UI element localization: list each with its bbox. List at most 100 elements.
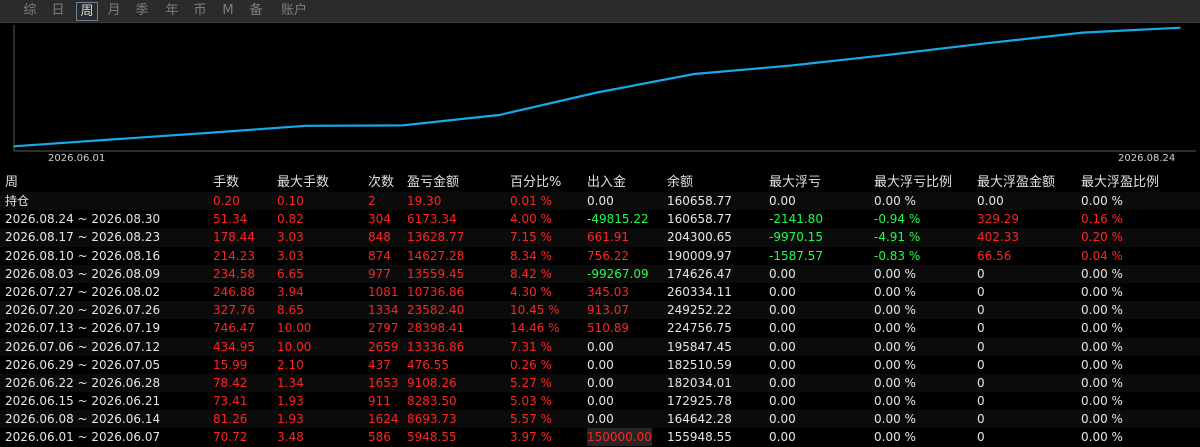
table-row[interactable]: 2026.06.01 ~ 2026.06.07 70.72 3.48 586 5948.… — [0, 428, 1200, 447]
table-cell-5: 7.31 % — [510, 339, 552, 354]
column-header-10[interactable]: 最大浮盈金额 — [977, 174, 1055, 192]
table-cell-1: 178.44 — [213, 230, 255, 245]
table-cell-10: 0 — [977, 357, 985, 372]
table-cell-9: 0.00 % — [874, 375, 916, 390]
table-cell-4: 28398.41 — [407, 321, 465, 336]
table-cell-3: 977 — [368, 266, 391, 281]
table-cell-4: 6173.34 — [407, 212, 457, 227]
equity-point-12 — [1179, 26, 1181, 29]
table-cell-11: 0.16 % — [1081, 212, 1123, 227]
column-header-1[interactable]: 手数 — [213, 174, 239, 192]
table-cell-3: 1624 — [368, 412, 399, 427]
column-header-7[interactable]: 余额 — [667, 174, 693, 192]
table-row[interactable]: 2026.07.27 ~ 2026.08.02 246.88 3.94 1081 107… — [0, 283, 1200, 301]
tab-7[interactable]: M — [218, 1, 238, 21]
table-cell-3: 1334 — [368, 303, 399, 318]
table-cell-3: 2659 — [368, 339, 399, 354]
table-row[interactable]: 2026.08.03 ~ 2026.08.09 234.58 6.65 977 1355… — [0, 264, 1200, 283]
column-header-5[interactable]: 百分比% — [510, 174, 561, 192]
table-cell-9: -0.94 % — [874, 212, 921, 227]
table-cell-9: 0.00 % — [874, 284, 916, 299]
table-cell-7: 260334.11 — [667, 284, 732, 299]
column-header-11[interactable]: 最大浮盈比例 — [1081, 174, 1159, 192]
equity-point-4 — [401, 124, 404, 127]
table-cell-5: 7.15 % — [510, 230, 552, 245]
tab-3[interactable]: 月 — [104, 1, 124, 21]
table-row[interactable]: 2026.08.10 ~ 2026.08.16 214.23 3.03 874 1462… — [0, 247, 1200, 265]
table-cell-4: 13559.45 — [407, 266, 465, 281]
table-cell-8: 0.00 — [769, 430, 796, 445]
column-header-4[interactable]: 盈亏金额 — [407, 174, 459, 192]
table-cell-3: 911 — [368, 394, 391, 409]
table-row[interactable]: 2026.06.22 ~ 2026.06.28 78.42 1.34 1653 9108… — [0, 373, 1200, 393]
table-cell-2: 1.34 — [277, 375, 304, 390]
table-cell-10: 0 — [977, 266, 985, 281]
table-cell-6: 510.89 — [587, 321, 629, 336]
table-cell-4: 13336.86 — [407, 339, 465, 354]
tab-4[interactable]: 季 — [132, 1, 152, 21]
tab-6[interactable]: 币 — [190, 1, 210, 21]
table-cell-9: 0.00 % — [874, 194, 916, 208]
table-cell-8: 0.00 — [769, 412, 796, 427]
equity-point-0 — [13, 145, 15, 148]
table-row[interactable]: 2026.06.08 ~ 2026.06.14 81.26 1.93 1624 8693… — [0, 410, 1200, 429]
table-row[interactable]: 2026.07.06 ~ 2026.07.12 434.95 10.00 2659 13… — [0, 337, 1200, 356]
table-cell-2: 2.10 — [277, 357, 304, 372]
table-cell-5: 5.57 % — [510, 412, 552, 427]
table-row[interactable]: 2026.08.17 ~ 2026.08.23 178.44 3.03 848 1362… — [0, 228, 1200, 247]
table-cell-9: -4.91 % — [874, 230, 921, 245]
table-cell-10: 0 — [977, 339, 985, 354]
column-header-2[interactable]: 最大手数 — [277, 174, 329, 192]
table-cell-4: 8693.73 — [407, 412, 457, 427]
table-cell-7: 172925.78 — [667, 394, 732, 409]
table-cell-11: 0.00 % — [1081, 394, 1123, 409]
table-cell-10: 0 — [977, 394, 985, 409]
table-cell-11: 0.00 % — [1081, 321, 1123, 336]
table-cell-5: 4.30 % — [510, 284, 552, 299]
table-cell-8: 0.00 — [769, 303, 796, 318]
table-cell-7: 160658.77 — [667, 194, 732, 208]
table-cell-3: 874 — [368, 248, 391, 263]
tab-5[interactable]: 年 — [162, 1, 182, 21]
column-header-6[interactable]: 出入金 — [587, 174, 626, 192]
table-row[interactable]: 持仓 0.20 0.10 2 19.30 0.01 % 0.00 160658.77 0.00 0… — [0, 192, 1200, 211]
table-cell-1: 214.23 — [213, 248, 255, 263]
table-cell-0: 2026.07.20 ~ 2026.07.26 — [5, 303, 161, 318]
table-cell-8: 0.00 — [769, 266, 796, 281]
table-cell-2: 3.94 — [277, 284, 304, 299]
table-cell-1: 70.72 — [213, 430, 248, 445]
table-cell-4: 9108.26 — [407, 375, 457, 390]
column-header-0[interactable]: 周 — [5, 174, 18, 192]
table-cell-2: 3.03 — [277, 230, 304, 245]
table-row[interactable]: 2026.07.13 ~ 2026.07.19 746.47 10.00 2797 28… — [0, 319, 1200, 337]
column-header-3[interactable]: 次数 — [368, 174, 394, 192]
column-header-8[interactable]: 最大浮亏 — [769, 174, 821, 192]
table-row[interactable]: 2026.06.15 ~ 2026.06.21 73.41 1.93 911 8283.… — [0, 392, 1200, 410]
table-cell-1: 73.41 — [213, 394, 248, 409]
table-cell-3: 2797 — [368, 321, 399, 336]
table-cell-6: -99267.09 — [587, 266, 649, 281]
tab-2[interactable]: 周 — [76, 2, 98, 21]
tab-8[interactable]: 备 — [246, 1, 266, 21]
equity-series — [13, 26, 1181, 148]
table-cell-1: 246.88 — [213, 284, 255, 299]
tab-1[interactable]: 日 — [48, 1, 68, 21]
table-cell-2: 6.65 — [277, 266, 304, 281]
column-header-9[interactable]: 最大浮亏比例 — [874, 174, 952, 192]
tab-9[interactable]: 账户 — [276, 1, 312, 21]
tab-0[interactable]: 综 — [20, 1, 40, 21]
table-cell-8: -1587.57 — [769, 248, 823, 263]
table-row[interactable]: 2026.08.24 ~ 2026.08.30 51.34 0.82 304 6173.… — [0, 210, 1200, 228]
table-row[interactable]: 2026.07.20 ~ 2026.07.26 327.76 8.65 1334 235… — [0, 301, 1200, 320]
table-cell-4: 476.55 — [407, 357, 449, 372]
table-cell-8: 0.00 — [769, 194, 796, 208]
table-cell-10: 329.29 — [977, 212, 1019, 227]
table-cell-1: 15.99 — [213, 357, 248, 372]
table-cell-4: 23582.40 — [407, 303, 465, 318]
table-cell-10: 402.33 — [977, 230, 1019, 245]
table-cell-7: 224756.75 — [667, 321, 732, 336]
table-cell-9: -0.83 % — [874, 248, 921, 263]
table-row[interactable]: 2026.06.29 ~ 2026.07.05 15.99 2.10 437 476.5… — [0, 356, 1200, 374]
table-cell-10: 0 — [977, 303, 985, 318]
table-cell-4: 13628.77 — [407, 230, 465, 245]
